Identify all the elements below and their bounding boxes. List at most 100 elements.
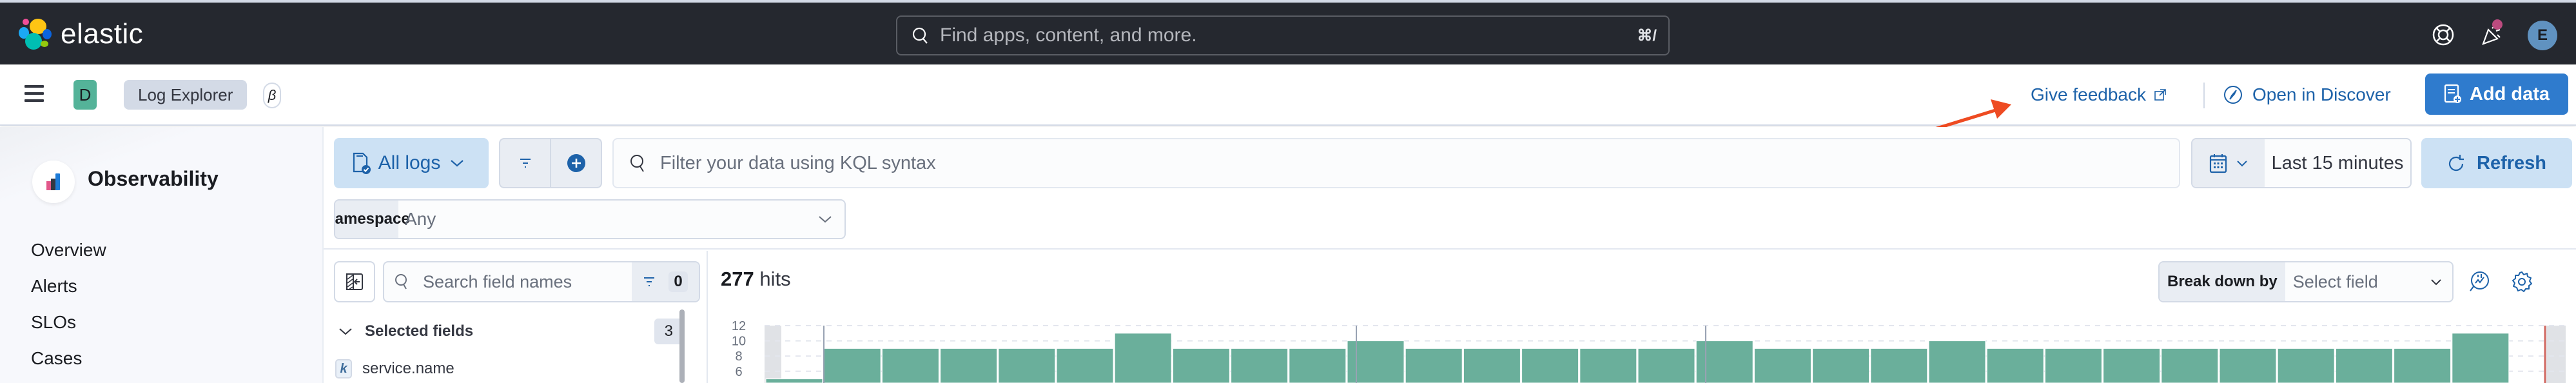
observability-logo xyxy=(32,161,75,203)
open-in-discover-link[interactable]: Open in Discover xyxy=(2223,80,2391,110)
histogram-bar xyxy=(2219,348,2277,383)
histogram-bar xyxy=(1637,348,1695,383)
out-of-range-area xyxy=(765,326,781,383)
global-header: elastic Find apps, content, and more. ⌘/… xyxy=(0,0,2576,64)
external-link-icon xyxy=(2154,89,2166,101)
field-list-panel: Search field names 0 Selected fields 3 k… xyxy=(324,251,708,383)
dataset-selector-label: All logs xyxy=(378,152,441,173)
histogram-bar xyxy=(1695,340,1753,383)
quick-select-button[interactable] xyxy=(2192,139,2265,187)
histogram-bar xyxy=(1986,348,2044,383)
chevron-down-icon xyxy=(2431,279,2441,286)
field-search-input[interactable]: Search field names 0 xyxy=(383,261,700,302)
search-icon xyxy=(912,27,928,44)
sidebar-item-alerts[interactable]: Alerts xyxy=(31,276,77,297)
filter-count-badge: 0 xyxy=(668,271,688,292)
menu-toggle-icon[interactable] xyxy=(24,85,44,102)
observability-icon xyxy=(46,173,60,190)
histogram-bar xyxy=(881,348,939,383)
histogram-bar xyxy=(1056,348,1114,383)
query-toolbar: All logs Filter your data using KQL synt… xyxy=(324,127,2576,250)
user-avatar[interactable]: E xyxy=(2528,21,2557,50)
histogram-bar xyxy=(2394,348,2452,383)
kql-placeholder: Filter your data using KQL syntax xyxy=(660,152,936,173)
logs-dataset-icon xyxy=(353,152,371,174)
compass-icon xyxy=(2224,86,2242,104)
y-tick-label: 12 xyxy=(732,319,746,333)
breakdown-label: Break down by xyxy=(2160,262,2285,301)
out-of-range-area xyxy=(2546,326,2566,383)
refresh-button[interactable]: Refresh xyxy=(2421,138,2572,188)
field-type-filter-button[interactable]: 0 xyxy=(632,262,699,301)
field-list-scrollbar[interactable] xyxy=(679,309,685,383)
sidebar-item-overview[interactable]: Overview xyxy=(31,240,106,260)
elastic-logo[interactable]: elastic xyxy=(18,17,143,52)
search-shortcut: ⌘/ xyxy=(1637,26,1657,44)
add-filter-button[interactable] xyxy=(551,139,601,187)
dataset-selector[interactable]: All logs xyxy=(334,138,489,188)
field-item[interactable]: k service.name xyxy=(335,359,454,378)
refresh-label: Refresh xyxy=(2477,152,2546,173)
search-placeholder: Find apps, content, and more. xyxy=(940,25,1197,46)
refresh-icon xyxy=(2448,155,2464,172)
histogram-panel: 6 8 10 12 277 hits Break down by Select fie… xyxy=(709,251,2576,383)
y-tick-label: 8 xyxy=(735,349,742,364)
main-content: All logs Filter your data using KQL synt… xyxy=(322,127,2576,383)
space-avatar[interactable]: D xyxy=(73,80,97,110)
global-search-input[interactable]: Find apps, content, and more. ⌘/ xyxy=(896,15,1670,55)
add-data-button[interactable]: Add data xyxy=(2425,74,2568,115)
field-search-placeholder: Search field names xyxy=(423,271,572,291)
histogram-bar xyxy=(2452,333,2510,383)
histogram-bar xyxy=(1870,348,1928,383)
chevron-down-icon xyxy=(819,216,832,223)
hits-counter: 277 hits xyxy=(721,268,791,291)
time-range-display[interactable]: Last 15 minutes xyxy=(2265,139,2410,187)
histogram-bar xyxy=(823,348,881,383)
histogram-bar xyxy=(1521,348,1579,383)
plus-circle-icon xyxy=(567,154,585,172)
y-tick-label: 10 xyxy=(732,335,746,349)
gear-icon[interactable] xyxy=(2510,270,2533,293)
collapse-panel-icon xyxy=(346,273,363,290)
hits-count: 277 xyxy=(721,268,754,290)
histogram-bar xyxy=(1405,348,1463,383)
namespace-value: Any xyxy=(405,209,436,229)
give-feedback-label: Give feedback xyxy=(2031,84,2146,104)
kql-search-input[interactable]: Filter your data using KQL syntax xyxy=(612,138,2180,188)
selected-fields-title: Selected fields xyxy=(365,322,474,340)
namespace-select[interactable]: Namespace Any xyxy=(334,199,846,239)
selected-fields-accordion[interactable]: Selected fields 3 xyxy=(338,315,683,348)
notification-dot xyxy=(2492,19,2503,30)
breakdown-placeholder: Select field xyxy=(2292,271,2378,291)
sidebar-item-cases[interactable]: Cases xyxy=(31,348,82,369)
filter-icon xyxy=(520,159,531,168)
breakdown-field-select[interactable]: Break down by Select field xyxy=(2158,261,2454,302)
help-icon[interactable] xyxy=(2430,22,2456,48)
search-icon xyxy=(630,155,644,172)
field-name: service.name xyxy=(362,360,454,377)
app-header: D Log Explorer β Give feedback Open in D… xyxy=(0,64,2576,126)
side-navigation: Observability Overview Alerts SLOs Cases xyxy=(0,127,322,383)
give-feedback-link[interactable]: Give feedback xyxy=(2031,80,2167,110)
divider xyxy=(2203,83,2205,108)
chevron-down-icon xyxy=(2237,161,2247,167)
histogram-bar xyxy=(2277,348,2335,383)
keyword-type-icon: k xyxy=(335,359,352,378)
histogram-bar xyxy=(1289,348,1347,383)
y-tick-label: 6 xyxy=(735,365,742,379)
brand-name: elastic xyxy=(61,18,144,50)
histogram-bar xyxy=(2044,348,2102,383)
elastic-logo-icon xyxy=(19,19,52,50)
histogram-bar xyxy=(1172,348,1230,383)
breadcrumb-log-explorer[interactable]: Log Explorer xyxy=(124,80,248,110)
filter-menu-button[interactable] xyxy=(500,139,551,187)
sidebar-title: Observability xyxy=(88,167,219,190)
histogram-bar xyxy=(2335,348,2393,383)
hits-label: hits xyxy=(759,268,791,290)
date-picker: Last 15 minutes xyxy=(2191,138,2412,188)
visualize-icon[interactable] xyxy=(2468,270,2491,293)
sidebar-item-slos[interactable]: SLOs xyxy=(31,312,76,333)
histogram-bar xyxy=(1753,348,1811,383)
collapse-sidebar-button[interactable] xyxy=(334,261,375,302)
histogram-bar xyxy=(998,348,1056,383)
